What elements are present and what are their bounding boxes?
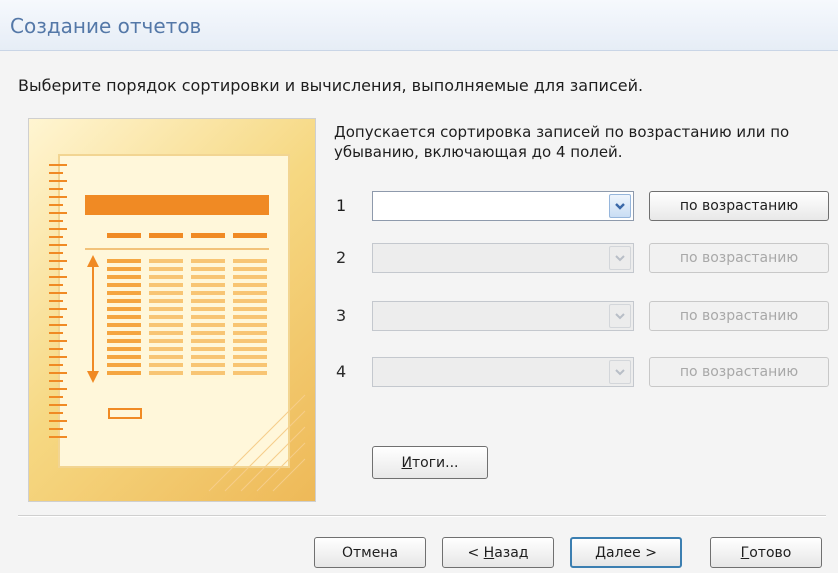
sort-order-2-button[interactable]: по возрастанию (649, 243, 829, 273)
totals-label-rest: тоги... (411, 454, 459, 471)
chevron-down-icon (615, 202, 625, 210)
chevron-down-icon (615, 368, 625, 375)
sort-order-3-button[interactable]: по возрастанию (649, 301, 829, 331)
sort-field-3-dropdown-button[interactable] (609, 304, 631, 328)
sort-field-2-combo[interactable] (372, 243, 634, 273)
sort-row-2-number: 2 (336, 248, 347, 267)
sort-order-1-button[interactable]: по возрастанию (649, 191, 829, 221)
wizard-title: Создание отчетов (10, 14, 202, 38)
sort-field-2-dropdown-button[interactable] (609, 246, 631, 270)
report-illustration-graphic (49, 154, 306, 492)
finish-accel-key: Г (740, 544, 750, 561)
sort-field-4-dropdown-button[interactable] (609, 360, 631, 384)
description-line-2: убыванию, включающая до 4 полей. (334, 143, 623, 161)
report-sort-illustration (28, 118, 316, 502)
totals-accel-key: И (401, 454, 412, 471)
sort-description: Допускается сортировка записей по возрас… (334, 122, 824, 162)
cancel-button[interactable]: Отмена (314, 537, 426, 568)
next-button[interactable]: Далее > (570, 537, 682, 568)
description-line-1: Допускается сортировка записей по возрас… (334, 123, 790, 141)
footer-separator (18, 515, 826, 517)
sort-row-3-number: 3 (336, 306, 347, 325)
chevron-down-icon (615, 312, 625, 319)
sort-order-4-button[interactable]: по возрастанию (649, 357, 829, 387)
sort-field-1-combo[interactable] (372, 191, 634, 221)
sort-row-1-number: 1 (336, 196, 347, 215)
back-prefix: < (467, 544, 484, 561)
back-accel-key: Н (483, 544, 495, 561)
totals-button[interactable]: Итоги... (372, 446, 488, 479)
sort-row-4-number: 4 (336, 362, 347, 381)
next-label-rest: алее > (606, 544, 657, 561)
instruction-text: Выберите порядок сортировки и вычисления… (18, 76, 644, 95)
sort-field-3-combo[interactable] (372, 301, 634, 331)
wizard-header: Создание отчетов (0, 0, 838, 51)
back-label-rest: азад (494, 544, 529, 561)
next-accel-key: Д (595, 544, 606, 561)
sort-field-4-combo[interactable] (372, 357, 634, 387)
chevron-down-icon (615, 254, 625, 261)
finish-button[interactable]: Готово (710, 537, 822, 568)
back-button[interactable]: < Назад (442, 537, 554, 568)
finish-label-rest: отово (749, 544, 792, 561)
sort-field-1-dropdown-button[interactable] (609, 194, 631, 218)
